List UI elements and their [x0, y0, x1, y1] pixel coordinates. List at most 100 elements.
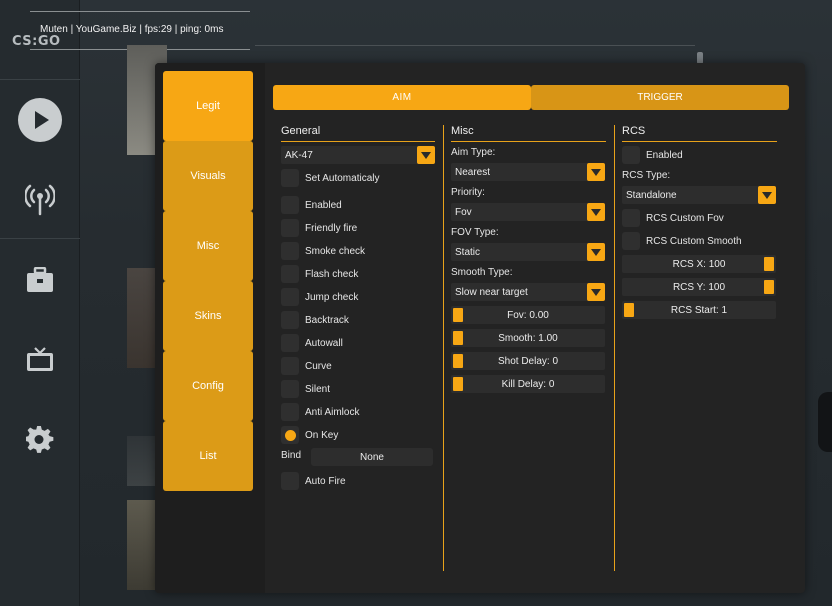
rcs-type-label: RCS Type: — [622, 170, 671, 181]
curve-checkbox[interactable]: Curve — [281, 357, 332, 375]
aim-type-label: Aim Type: — [451, 147, 496, 158]
nav-config[interactable]: Config — [163, 351, 253, 421]
nav-legit[interactable]: Legit — [163, 71, 253, 141]
hud-info-text: Muten | YouGame.Biz | fps:29 | ping: 0ms — [40, 24, 224, 35]
backtrack-checkbox[interactable]: Backtrack — [281, 311, 349, 329]
chevron-down-icon — [587, 163, 605, 181]
checkbox-label: Auto Fire — [305, 475, 346, 487]
slider-label: Kill Delay: 0 — [501, 378, 555, 390]
slider-handle[interactable] — [453, 331, 463, 345]
aim-type-select[interactable]: Nearest — [451, 163, 605, 181]
smooth-type-select[interactable]: Slow near target — [451, 283, 605, 301]
briefcase-icon[interactable] — [0, 265, 80, 295]
slider-label: Shot Delay: 0 — [497, 355, 559, 367]
checkbox-box — [281, 403, 299, 421]
chevron-down-icon — [587, 283, 605, 301]
checkbox-label: Friendly fire — [305, 222, 358, 234]
checkbox-box — [281, 472, 299, 490]
slider-handle[interactable] — [453, 354, 463, 368]
bind-key-button[interactable]: None — [311, 448, 433, 466]
nav-skins[interactable]: Skins — [163, 281, 253, 351]
rcs-custom-fov-checkbox[interactable]: RCS Custom Fov — [622, 209, 724, 227]
slider-label: Smooth: 1.00 — [498, 332, 558, 344]
jump-check-checkbox[interactable]: Jump check — [281, 288, 358, 306]
gear-icon[interactable] — [0, 424, 80, 456]
chevron-down-icon — [587, 203, 605, 221]
slider-handle[interactable] — [764, 257, 774, 271]
checkbox-box — [281, 196, 299, 214]
rcs-custom-smooth-checkbox[interactable]: RCS Custom Smooth — [622, 232, 742, 250]
checkbox-label: RCS Custom Fov — [646, 212, 724, 224]
priority-select[interactable]: Fov — [451, 203, 605, 221]
slider-handle[interactable] — [453, 377, 463, 391]
checkbox-label: Silent — [305, 383, 331, 395]
column-divider — [443, 125, 444, 571]
enabled-checkbox[interactable]: Enabled — [281, 196, 342, 214]
rcs-title: RCS — [622, 125, 646, 137]
priority-value: Fov — [455, 206, 472, 218]
nav-visuals[interactable]: Visuals — [163, 141, 253, 211]
checkbox-box — [281, 311, 299, 329]
auto-fire-checkbox[interactable]: Auto Fire — [281, 472, 346, 490]
weapon-select[interactable]: AK-47 — [281, 146, 435, 164]
anti-aimlock-checkbox[interactable]: Anti Aimlock — [281, 403, 359, 421]
chevron-down-icon — [417, 146, 435, 164]
checkbox-box — [281, 265, 299, 283]
slider-label: RCS X: 100 — [672, 258, 726, 270]
flash-check-checkbox[interactable]: Flash check — [281, 265, 358, 283]
autowall-checkbox[interactable]: Autowall — [281, 334, 343, 352]
on-key-checkbox[interactable]: On Key — [281, 426, 338, 444]
sidebar-divider — [0, 238, 80, 239]
tab-trigger[interactable]: TRIGGER — [531, 85, 789, 110]
menu-nav-sidebar: Legit Visuals Misc Skins Config List — [155, 63, 265, 593]
chevron-down-icon — [587, 243, 605, 261]
broadcast-icon[interactable] — [0, 180, 80, 216]
checkbox-box — [281, 169, 299, 187]
weapon-select-value: AK-47 — [285, 149, 313, 161]
nav-misc[interactable]: Misc — [163, 211, 253, 281]
rcs-enabled-checkbox[interactable]: Enabled — [622, 146, 683, 164]
set-automatically-checkbox[interactable]: Set Automaticaly — [281, 169, 379, 187]
checkbox-box — [281, 242, 299, 260]
rcs-start-slider[interactable]: RCS Start: 1 — [622, 301, 776, 319]
checkbox-label: Jump check — [305, 291, 359, 303]
checkbox-box — [622, 209, 640, 227]
misc-title: Misc — [451, 125, 474, 137]
rcs-type-value: Standalone — [626, 189, 677, 201]
misc-underline — [451, 141, 606, 142]
tv-icon[interactable] — [0, 344, 80, 374]
shot-delay-slider[interactable]: Shot Delay: 0 — [451, 352, 605, 370]
checkbox-box — [281, 380, 299, 398]
slider-label: RCS Start: 1 — [670, 304, 728, 316]
chevron-down-icon — [758, 186, 776, 204]
checkbox-label: Smoke check — [305, 245, 366, 257]
checkbox-box — [281, 219, 299, 237]
slider-label: Fov: 0.00 — [507, 309, 549, 321]
play-icon[interactable] — [0, 98, 80, 142]
fov-slider[interactable]: Fov: 0.00 — [451, 306, 605, 324]
checkbox-label: RCS Custom Smooth — [646, 235, 742, 247]
checkbox-label: Autowall — [305, 337, 343, 349]
friendly-fire-checkbox[interactable]: Friendly fire — [281, 219, 357, 237]
nav-list[interactable]: List — [163, 421, 253, 491]
rcs-type-select[interactable]: Standalone — [622, 186, 776, 204]
cheat-menu-window: Legit Visuals Misc Skins Config List AIM… — [155, 63, 805, 593]
rcs-x-slider[interactable]: RCS X: 100 — [622, 255, 776, 273]
silent-checkbox[interactable]: Silent — [281, 380, 330, 398]
fov-type-select[interactable]: Static — [451, 243, 605, 261]
kill-delay-slider[interactable]: Kill Delay: 0 — [451, 375, 605, 393]
tab-aim[interactable]: AIM — [273, 85, 531, 110]
checkbox-box-checked — [281, 426, 299, 444]
slider-label: RCS Y: 100 — [672, 281, 726, 293]
slider-handle[interactable] — [624, 303, 634, 317]
fov-type-value: Static — [455, 246, 481, 258]
general-title: General — [281, 125, 321, 137]
rcs-y-slider[interactable]: RCS Y: 100 — [622, 278, 776, 296]
smoke-check-checkbox[interactable]: Smoke check — [281, 242, 365, 260]
background-shape — [818, 392, 832, 452]
slider-handle[interactable] — [764, 280, 774, 294]
smooth-slider[interactable]: Smooth: 1.00 — [451, 329, 605, 347]
checkbox-box — [281, 334, 299, 352]
checkbox-label: On Key — [305, 429, 339, 441]
slider-handle[interactable] — [453, 308, 463, 322]
